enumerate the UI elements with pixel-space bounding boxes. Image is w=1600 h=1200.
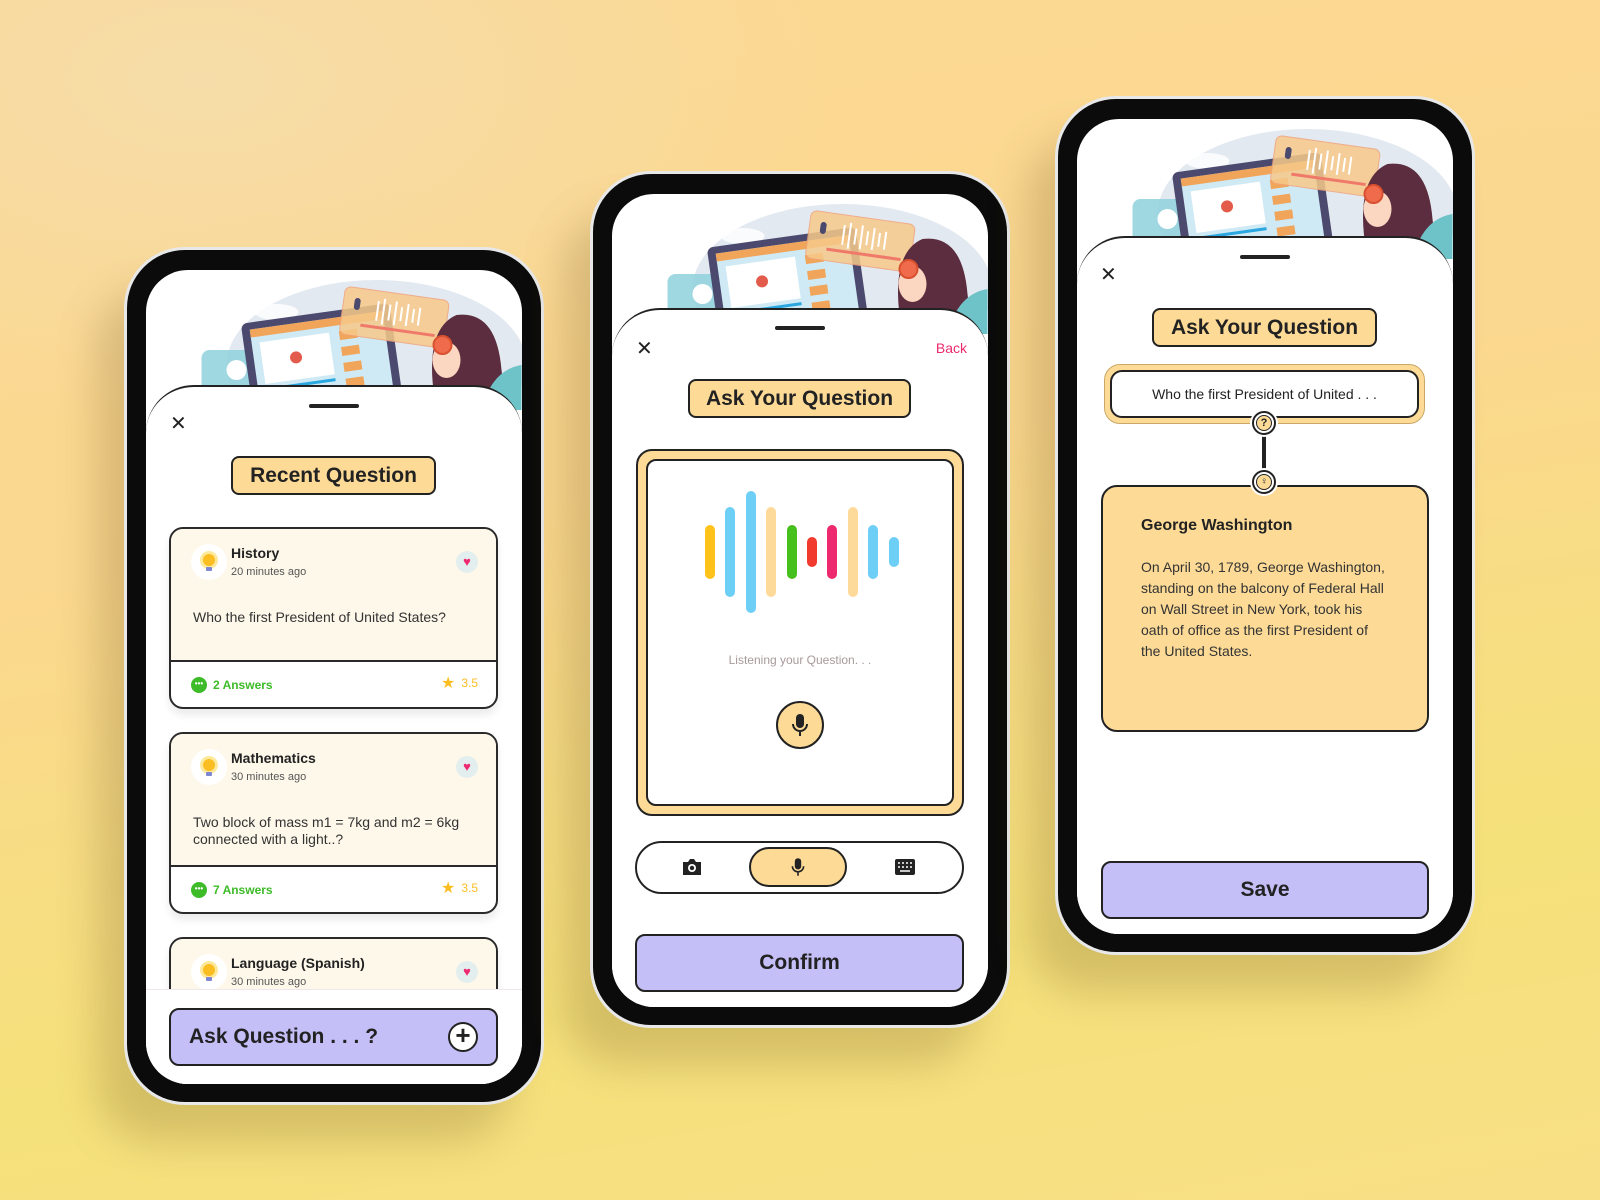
waveform-bar: [745, 491, 756, 613]
save-button[interactable]: Save: [1101, 861, 1429, 919]
close-icon[interactable]: ✕: [636, 339, 653, 359]
keyboard-mode-button[interactable]: [880, 853, 930, 881]
waveform-bar: [807, 537, 817, 567]
confirm-label: Confirm: [759, 951, 840, 974]
waveform-bar: [705, 524, 715, 580]
lightbulb-icon: ♀: [1252, 470, 1276, 494]
rating: ★ 3.5: [440, 675, 478, 692]
card-time: 20 minutes ago: [231, 566, 307, 578]
card-category: History: [231, 545, 280, 561]
answer-text: On April 30, 1789, George Washington, st…: [1141, 559, 1385, 659]
bottom-sheet: ✕ Back Ask Your Question Listening your …: [612, 308, 988, 1007]
screen: ✕ Ask Your Question Who the first Presid…: [1077, 119, 1453, 934]
back-link[interactable]: Back: [936, 340, 967, 356]
question-mark-icon: ?: [1252, 411, 1276, 435]
waveform-bar: [827, 524, 838, 580]
card-question: Two block of mass m1 = 7kg and m2 = 6kg …: [193, 814, 460, 847]
page-title: Recent Question: [231, 456, 436, 495]
listening-status: Listening your Question. . .: [728, 653, 872, 667]
save-label: Save: [1240, 878, 1290, 901]
ask-question-label: Ask Question . . . ?: [189, 1025, 379, 1048]
answer-card: George Washington On April 30, 1789, Geo…: [1101, 485, 1429, 732]
drag-handle[interactable]: [1240, 255, 1290, 259]
heart-icon[interactable]: ♥: [456, 961, 478, 983]
waveform-bar: [868, 524, 879, 580]
star-icon: ★: [440, 880, 456, 897]
page-title: Ask Your Question: [1152, 308, 1377, 347]
star-icon: ★: [440, 675, 456, 692]
waveform-bar: [847, 507, 858, 597]
lightbulb-icon: [191, 954, 227, 990]
card-category: Mathematics: [231, 750, 316, 766]
input-mode-toolbar: [635, 841, 964, 894]
card-category: Language (Spanish): [231, 955, 365, 971]
phone-voice-question: ✕ Back Ask Your Question Listening your …: [593, 174, 1007, 1025]
close-icon[interactable]: ✕: [1100, 265, 1117, 285]
screen: ✕ Recent Question History 20 minutes ago…: [146, 270, 522, 1084]
waveform-bar: [786, 524, 797, 580]
phone-answer: ✕ Ask Your Question Who the first Presid…: [1058, 99, 1472, 952]
bottom-sheet: ✕ Ask Your Question Who the first Presid…: [1077, 236, 1453, 934]
close-icon[interactable]: ✕: [170, 414, 187, 434]
keyboard-icon: [895, 859, 915, 875]
chat-icon: •••: [191, 677, 207, 693]
drag-handle[interactable]: [309, 404, 359, 408]
lightbulb-icon: [191, 749, 227, 785]
phone-recent-questions: ✕ Recent Question History 20 minutes ago…: [127, 250, 541, 1102]
chat-icon: •••: [191, 882, 207, 898]
answer-title: George Washington: [1141, 517, 1293, 534]
rating: ★ 3.5: [440, 880, 478, 897]
record-button[interactable]: [776, 701, 824, 749]
question-card[interactable]: Mathematics 30 minutes ago ♥ Two block of…: [169, 732, 498, 914]
screen: ✕ Back Ask Your Question Listening your …: [612, 194, 988, 1007]
heart-icon[interactable]: ♥: [456, 551, 478, 573]
card-time: 30 minutes ago: [231, 976, 307, 988]
answers-link[interactable]: ••• 7 Answers: [191, 882, 273, 898]
waveform-bar: [725, 507, 736, 597]
camera-icon: [683, 859, 701, 875]
heart-icon[interactable]: ♥: [456, 756, 478, 778]
microphone-icon: [791, 858, 805, 876]
plus-circle-icon: +: [448, 1022, 478, 1052]
waveform-bar: [766, 507, 777, 597]
card-time: 30 minutes ago: [231, 771, 307, 783]
confirm-button[interactable]: Confirm: [635, 934, 964, 992]
camera-mode-button[interactable]: [667, 853, 717, 881]
ask-question-button[interactable]: Ask Question . . . ? +: [169, 1008, 498, 1066]
microphone-icon: [792, 714, 808, 736]
voice-panel: Listening your Question. . .: [636, 449, 964, 816]
question-card[interactable]: History 20 minutes ago ♥ Who the first Pr…: [169, 527, 498, 709]
card-question: Who the first President of United States…: [193, 609, 446, 625]
bottom-sheet: ✕ Recent Question History 20 minutes ago…: [146, 385, 522, 1084]
microphone-mode-button[interactable]: [749, 847, 847, 887]
waveform-bar: [888, 537, 899, 567]
page-title: Ask Your Question: [688, 379, 911, 418]
lightbulb-icon: [191, 544, 227, 580]
drag-handle[interactable]: [775, 326, 825, 330]
answers-link[interactable]: ••• 2 Answers: [191, 677, 273, 693]
voice-waveform: [648, 491, 952, 616]
